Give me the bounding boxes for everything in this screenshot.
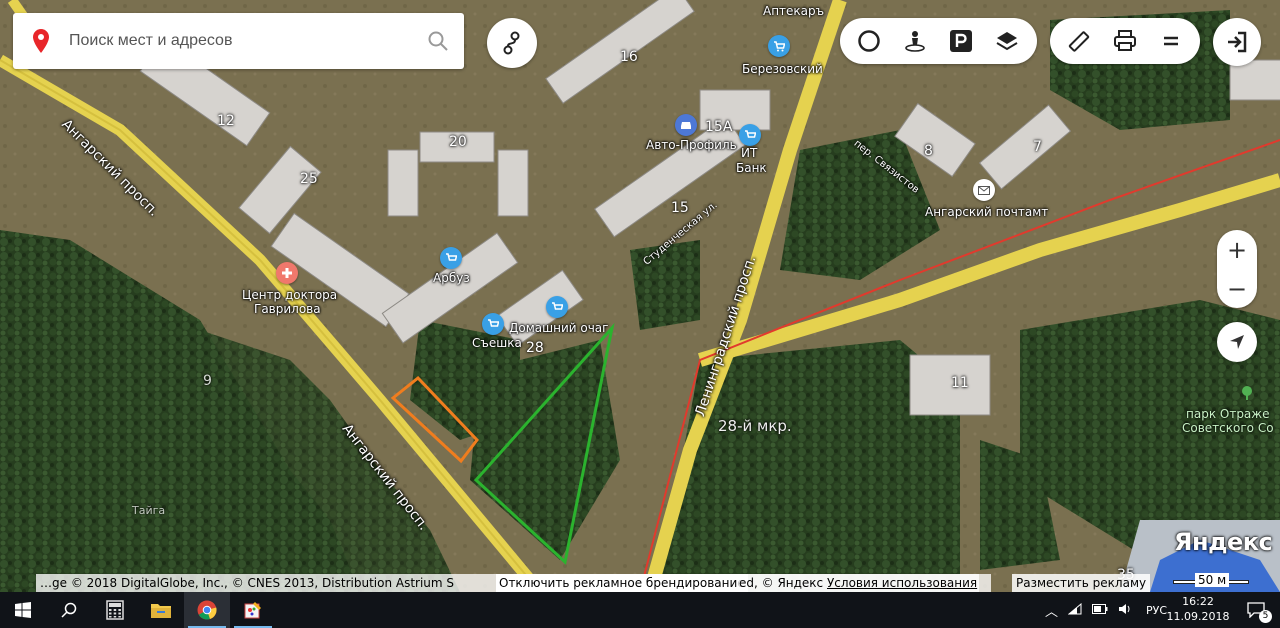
building-number: 16: [620, 49, 638, 65]
poi-label[interactable]: Березовский: [742, 62, 823, 76]
system-tray: ︿ РУС: [1045, 592, 1167, 628]
shop-icon[interactable]: [440, 247, 462, 269]
notification-count: 5: [1259, 610, 1272, 623]
copyright-tail: ed, © Яндекс Условия использования: [737, 574, 980, 592]
building-number: 28: [526, 340, 544, 356]
map-marker-label: Тайга: [132, 504, 166, 517]
poi-label[interactable]: Аптекаръ: [763, 4, 824, 18]
park-icon[interactable]: [1240, 385, 1254, 401]
building-number: 7: [1033, 139, 1042, 155]
scale-label: 50 м: [1195, 573, 1230, 587]
poi-label[interactable]: ИТ: [741, 146, 757, 160]
shop-icon[interactable]: [482, 313, 504, 335]
login-icon: [1228, 31, 1247, 53]
building-number: 20: [449, 134, 467, 150]
network-icon[interactable]: [1067, 602, 1082, 618]
shop-icon[interactable]: [546, 296, 568, 318]
poi-label[interactable]: Центр доктора: [242, 288, 337, 302]
shop-icon[interactable]: [739, 124, 761, 146]
folder-icon: [151, 604, 171, 618]
poi-label[interactable]: Банк: [736, 161, 767, 175]
park-label[interactable]: парк Отраже: [1186, 407, 1269, 421]
shop-icon[interactable]: [768, 35, 790, 57]
map-scale: 50 м: [1167, 573, 1255, 589]
calculator-icon: [106, 600, 124, 620]
car-icon[interactable]: [675, 114, 697, 136]
paint-app[interactable]: [230, 592, 276, 628]
date: 11.09.2018: [1166, 610, 1230, 623]
map-marker-label: 9: [203, 373, 212, 389]
chrome-app[interactable]: [184, 592, 230, 628]
district-label: 28-й мкр.: [718, 417, 792, 435]
search-icon: [61, 602, 77, 618]
poi-label[interactable]: Авто-Профиль: [646, 138, 737, 152]
route-button[interactable]: [487, 18, 537, 68]
medical-icon[interactable]: [276, 262, 298, 284]
poi-label[interactable]: Домашний очаг: [509, 321, 608, 335]
taskbar-search-button[interactable]: [46, 592, 92, 628]
show-hidden-icons-icon[interactable]: ︿: [1045, 601, 1058, 620]
traffic-icon[interactable]: [846, 18, 892, 64]
notification-center-button[interactable]: 5: [1232, 592, 1280, 628]
route-icon: [503, 31, 520, 55]
windows-logo-icon: [15, 602, 31, 618]
place-ad-link[interactable]: Разместить рекламу: [1012, 574, 1151, 592]
building-number: 11: [951, 375, 969, 391]
building-number: 15А: [705, 119, 733, 135]
login-button[interactable]: [1213, 18, 1261, 66]
zoom-control: + −: [1217, 230, 1257, 308]
calculator-app[interactable]: [92, 592, 138, 628]
poi-label[interactable]: Гаврилова: [254, 302, 321, 316]
layers-icon[interactable]: [984, 18, 1030, 64]
park-label[interactable]: Советского Со: [1182, 421, 1274, 435]
poi-label[interactable]: Съешка: [472, 336, 522, 350]
building-number: 25: [300, 171, 318, 187]
language-indicator[interactable]: РУС: [1146, 604, 1167, 617]
search-icon[interactable]: [428, 31, 448, 55]
building-number: 12: [217, 113, 235, 129]
battery-icon[interactable]: [1092, 603, 1108, 617]
mail-icon[interactable]: [973, 179, 995, 201]
chrome-icon: [197, 600, 217, 620]
layers-toolbar: [840, 18, 1037, 64]
print-icon[interactable]: [1102, 18, 1148, 64]
satellite-map[interactable]: 12 20 25 16 15А 15 8 7 28 11 35 Аптекаръ…: [0, 0, 1280, 592]
paint-icon: [244, 602, 261, 619]
time: 16:22: [1182, 595, 1214, 608]
search-box[interactable]: [13, 13, 464, 69]
disable-branding-link[interactable]: Отключить рекламное брендирование: [496, 574, 748, 592]
geolocation-button[interactable]: [1217, 322, 1257, 362]
ruler-icon[interactable]: [1056, 18, 1102, 64]
zoom-out-button[interactable]: −: [1217, 269, 1257, 308]
volume-icon[interactable]: [1118, 603, 1132, 618]
search-input[interactable]: [69, 32, 409, 50]
windows-taskbar: ︿ РУС 16:22 11.09.2018 5: [0, 592, 1280, 628]
menu-icon[interactable]: [1148, 18, 1194, 64]
poi-label[interactable]: Арбуз: [433, 271, 470, 285]
building-number: 8: [924, 143, 933, 159]
navigation-arrow-icon: [1230, 335, 1244, 349]
map-imagery: [0, 0, 1280, 592]
zoom-in-button[interactable]: +: [1217, 230, 1257, 269]
clock[interactable]: 16:22 11.09.2018: [1165, 594, 1231, 624]
poi-label[interactable]: Ангарский почтамт: [925, 205, 1048, 219]
panorama-icon[interactable]: [892, 18, 938, 64]
parking-icon[interactable]: [938, 18, 984, 64]
file-explorer-app[interactable]: [138, 592, 184, 628]
building-number: 15: [671, 200, 689, 216]
location-pin-icon: [13, 29, 69, 53]
terms-link[interactable]: Условия использования: [827, 576, 977, 590]
tools-toolbar: [1050, 18, 1200, 64]
windows-start-button[interactable]: [0, 592, 46, 628]
yandex-logo[interactable]: Яндекс: [1174, 528, 1273, 556]
